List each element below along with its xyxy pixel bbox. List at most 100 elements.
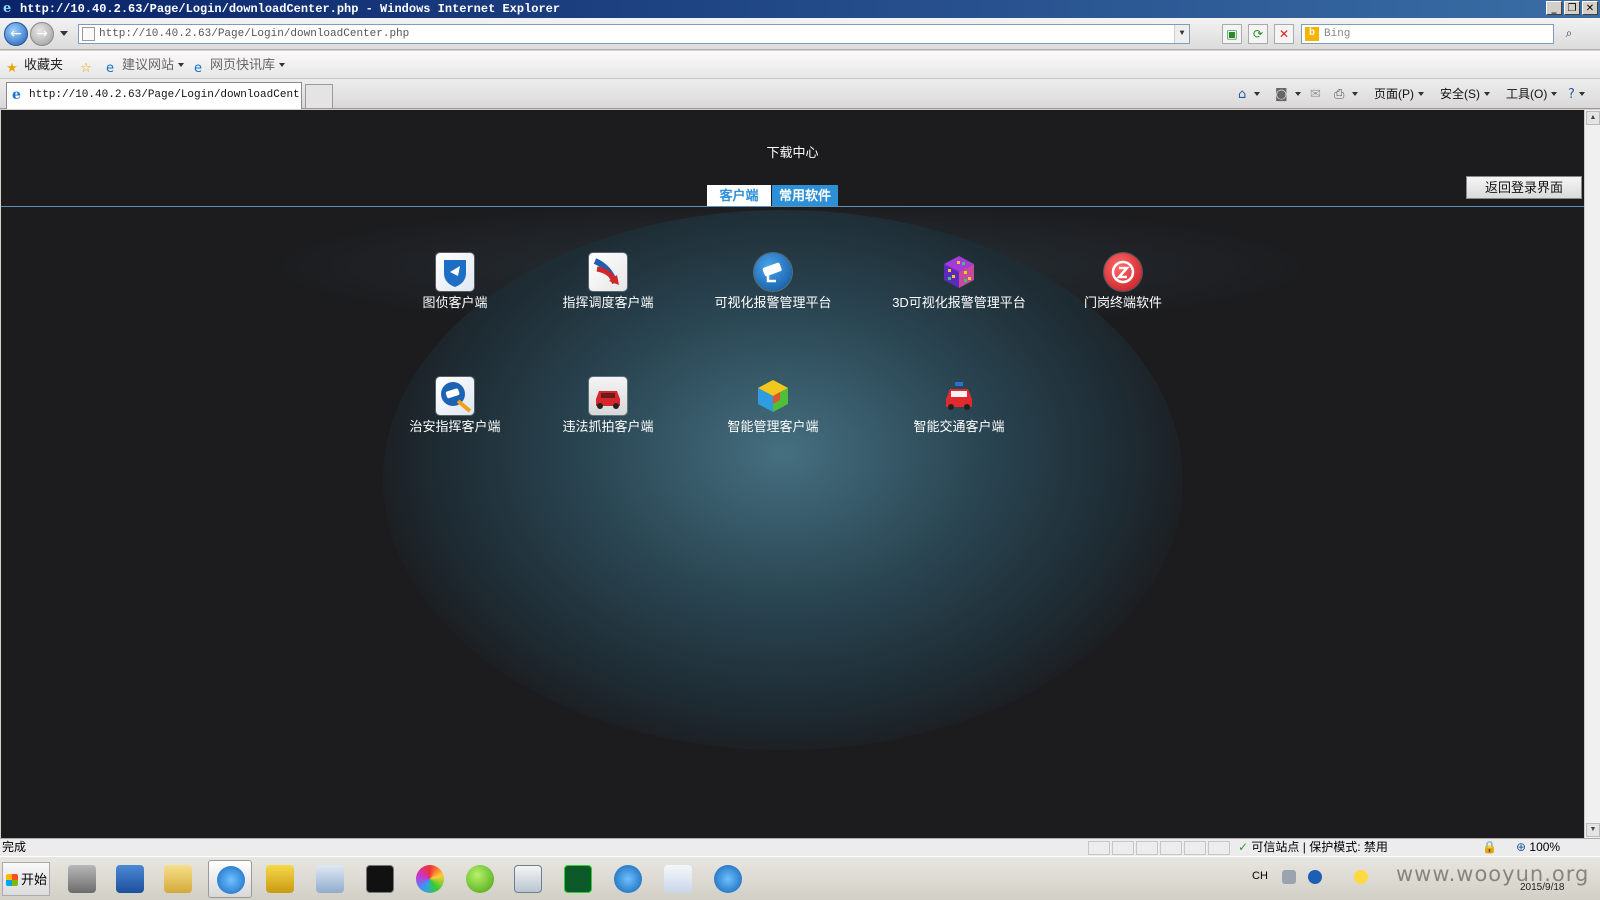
help-button[interactable]: ? [1568,85,1585,103]
privacy-lock-icon[interactable]: 🔒 [1482,839,1497,856]
security-zone[interactable]: ✓ 可信站点 | 保护模式: 禁用 [1238,839,1388,856]
feeds-button[interactable]: ◙ [1275,85,1301,103]
chevron-down-icon [279,63,286,67]
keyboard-icon[interactable] [1282,870,1296,884]
back-button[interactable]: ← [4,22,28,46]
stop-icon[interactable]: ✕ [1274,24,1294,44]
start-button[interactable]: 开始 [2,862,50,896]
tab-common-software[interactable]: 常用软件 [772,185,838,206]
app-tile-smart-management[interactable]: 智能管理客户端 [693,377,853,435]
mail-icon: ✉ [1310,87,1321,102]
chevron-down-icon [1253,92,1260,96]
favorites-label: 收藏夹 [24,57,64,72]
language-indicator[interactable]: CH [1252,870,1268,882]
address-bar[interactable]: http://10.40.2.63/Page/Login/downloadCen… [78,24,1190,44]
taskbar: 开始 CH www.wooyun.org 2015/9/18 [0,856,1600,900]
suggested-sites-link[interactable]: e 建议网站 [102,56,185,76]
suggested-sites-label: 建议网站 [122,57,175,72]
web-slice-gallery-link[interactable]: e 网页快讯库 [190,56,286,76]
chevron-down-icon [1294,92,1301,96]
history-dropdown-icon[interactable] [60,31,68,36]
taskbar-sync-app-2[interactable] [706,860,750,898]
favorites-button[interactable]: ★ 收藏夹 [4,56,64,76]
mail-button[interactable]: ✉ [1310,85,1321,103]
chevron-down-icon [1484,92,1490,96]
app-label: 治安指挥客户端 [409,419,501,434]
browser-tab-active[interactable]: e http://10.40.2.63/Page/Login/downloadC… [6,82,302,109]
taskbar-color-app[interactable] [408,860,452,898]
address-url: http://10.40.2.63/Page/Login/downloadCen… [99,28,410,40]
tab-bar: e http://10.40.2.63/Page/Login/downloadC… [0,79,1600,109]
app-label: 指挥调度客户端 [562,295,654,310]
address-dropdown-icon[interactable]: ▼ [1174,25,1189,43]
scroll-down-icon[interactable]: ▼ [1586,823,1600,837]
tray-clock[interactable]: 2015/9/18 [1520,882,1565,893]
app-tile-gate-terminal[interactable]: 门岗终端软件 [1043,253,1203,311]
color-wheel-icon [416,865,444,893]
compatibility-view-icon[interactable]: ▣ [1222,24,1242,44]
help-icon: ? [1568,87,1575,102]
printer-icon: ⎙ [1334,87,1345,102]
close-window-button[interactable]: ✕ [1582,1,1598,15]
back-to-login-button[interactable]: 返回登录界面 [1466,176,1582,199]
tab-clients[interactable]: 客户端 [707,185,771,206]
app-tile-violation-capture[interactable]: 违法抓拍客户端 [528,377,688,435]
window-controls: _ ❐ ✕ [1546,1,1598,15]
add-favorite-button[interactable]: ☆ [78,56,98,76]
windows-logo-icon [6,874,18,886]
page-menu[interactable]: 页面(P) [1374,85,1424,103]
app-label: 智能交通客户端 [913,419,1005,434]
zoom-control[interactable]: ⊕ 100% [1516,839,1560,856]
app-tile-smart-traffic[interactable]: 智能交通客户端 [879,377,1039,435]
gate-terminal-icon [1104,253,1142,291]
taskbar-search-tool[interactable] [308,860,352,898]
chevron-down-icon [1418,92,1424,96]
window-titlebar: e http://10.40.2.63/Page/Login/downloadC… [0,0,1600,18]
red-car-icon [589,377,627,415]
home-button[interactable]: ⌂ [1238,85,1260,103]
taskbar-key-tool[interactable] [258,860,302,898]
app-tile-image-investigation[interactable]: 图侦客户端 [375,253,535,311]
favorites-bar: ★ 收藏夹 ☆ e 建议网站 e 网页快讯库 [0,51,1600,79]
taskbar-internet-explorer[interactable] [208,860,252,898]
shield-icon [436,253,474,291]
app-tile-command-dispatch[interactable]: 指挥调度客户端 [528,253,688,311]
vertical-scrollbar[interactable]: ▲ ▼ [1584,110,1600,838]
taskbar-kali-app[interactable] [556,860,600,898]
taskbar-command-prompt[interactable] [358,860,402,898]
chevron-down-icon [1578,92,1585,96]
shield-icon [664,865,692,893]
taskbar-shield-app[interactable] [656,860,700,898]
key-icon [266,865,294,893]
app-tile-3d-visual-alarm[interactable]: 3D可视化报警管理平台 [879,253,1039,311]
minimize-button[interactable]: _ [1546,1,1562,15]
restore-button[interactable]: ❐ [1564,1,1580,15]
scroll-up-icon[interactable]: ▲ [1586,111,1600,125]
new-tab-button[interactable] [305,84,333,108]
tools-menu[interactable]: 工具(O) [1506,85,1558,103]
taskbar-sync-app-1[interactable] [606,860,650,898]
forward-button[interactable]: → [30,22,54,46]
status-cell [1160,841,1182,855]
help-icon[interactable] [1308,870,1322,884]
navigation-bar: ← → http://10.40.2.63/Page/Login/downloa… [0,18,1600,50]
taskbar-powershell[interactable] [108,860,152,898]
taskbar-server-manager[interactable] [60,860,104,898]
refresh-icon[interactable]: ⟳ [1248,24,1268,44]
print-button[interactable]: ⎙ [1334,85,1358,103]
taskbar-green-app[interactable] [458,860,502,898]
lightbulb-icon[interactable] [1354,870,1368,884]
window-icon [514,865,542,893]
app-label: 图侦客户端 [422,295,488,310]
app-label: 违法抓拍客户端 [562,419,654,434]
taskbar-explorer[interactable] [156,860,200,898]
search-icon[interactable]: ⌕ [1558,24,1580,44]
safety-menu[interactable]: 安全(S) [1440,85,1490,103]
search-input[interactable]: b Bing [1301,24,1554,44]
app-tile-public-security-command[interactable]: 治安指挥客户端 [375,377,535,435]
page-title: 下载中心 [766,145,819,160]
status-cell [1184,841,1206,855]
taskbar-window-app[interactable] [506,860,550,898]
app-label: 3D可视化报警管理平台 [892,295,1026,310]
app-tile-visual-alarm[interactable]: 可视化报警管理平台 [693,253,853,311]
